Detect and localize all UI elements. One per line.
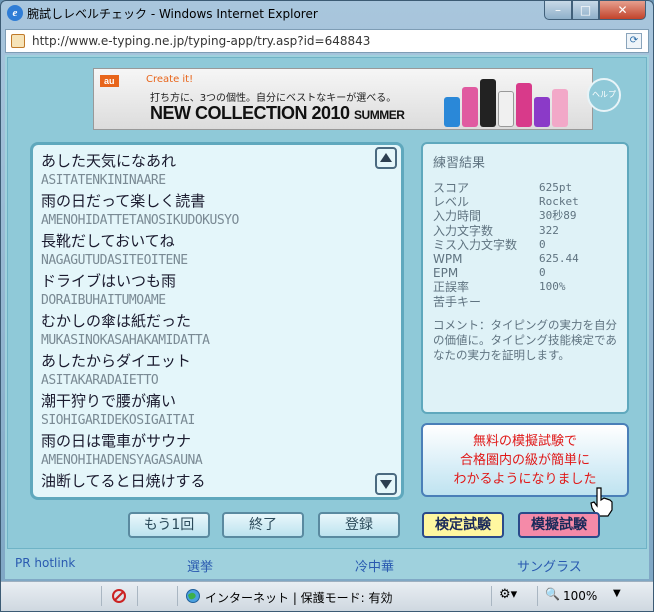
promo-line: 合格圏内の級が簡単に bbox=[459, 453, 590, 468]
result-row: ミス入力文字数 0 bbox=[433, 237, 546, 252]
romaji-line: AMENOHIDATTETANOSIKUDOKUSYO bbox=[41, 213, 239, 228]
ie-logo-icon: e bbox=[7, 5, 23, 21]
japanese-line: 潮干狩りで腰が痛い bbox=[41, 392, 177, 410]
scroll-down-icon[interactable] bbox=[375, 473, 397, 495]
romaji-line: AMENOHIHADENSYAGASAUNA bbox=[41, 453, 203, 468]
zoom-icon[interactable]: 🔍 bbox=[545, 587, 560, 601]
minimize-button[interactable]: – bbox=[544, 1, 572, 20]
japanese-line: ドライブはいつも雨 bbox=[41, 272, 177, 290]
result-key: 入力時間 bbox=[433, 209, 482, 224]
status-bar: インターネット | 保護モード: 有効 ⚙▾ 🔍 100% ▼ bbox=[1, 581, 653, 611]
result-value: 625pt bbox=[539, 181, 573, 194]
ad-banner[interactable]: au Create it! 打ち方に、3つの個性。自分にベストなキーが選べる。 … bbox=[93, 68, 593, 130]
phone-images bbox=[444, 75, 574, 127]
page-icon bbox=[11, 34, 25, 48]
zoom-level[interactable]: 100% bbox=[563, 589, 597, 603]
maximize-button[interactable]: □ bbox=[572, 1, 599, 20]
japanese-line: 長靴だしておいてね bbox=[41, 232, 175, 250]
result-value: 30秒89 bbox=[539, 209, 577, 223]
pr-link[interactable]: 選挙 bbox=[187, 556, 213, 575]
zoom-dropdown-icon[interactable]: ▼ bbox=[613, 588, 621, 599]
typing-app: au Create it! 打ち方に、3つの個性。自分にベストなキーが選べる。 … bbox=[7, 57, 647, 549]
result-comment: コメント：タイピングの実力を自分の価値に。タイピング技能検定であなたの実力を証明… bbox=[433, 318, 617, 362]
sentence-lines: あした天気になあれ ASITATENKININAARE 雨の日だって楽しく読書 AME… bbox=[41, 151, 239, 491]
page-content: au Create it! 打ち方に、3つの個性。自分にベストなキーが選べる。 … bbox=[5, 55, 649, 579]
register-button[interactable]: 登録 bbox=[318, 512, 400, 538]
pr-link[interactable]: 冷中華 bbox=[355, 556, 394, 575]
promo-line: 無料の模擬試験で bbox=[472, 434, 577, 449]
result-row: 入力文字数 322 bbox=[433, 223, 559, 238]
pr-link[interactable]: サングラス bbox=[517, 556, 582, 575]
result-key: ミス入力文字数 bbox=[433, 237, 518, 252]
result-row: スコア 625pt bbox=[433, 181, 572, 195]
retry-button[interactable]: もう1回 bbox=[128, 512, 210, 538]
banner-create: Create it! bbox=[146, 74, 194, 85]
result-value: 625.44 bbox=[539, 252, 579, 265]
security-zone: インターネット | 保護モード: 有効 bbox=[205, 591, 393, 605]
globe-icon bbox=[186, 589, 200, 603]
help-button[interactable]: ヘルプ bbox=[587, 78, 621, 112]
result-row: WPM 625.44 bbox=[433, 252, 579, 266]
result-row: 苦手キー bbox=[433, 295, 481, 309]
blocked-icon[interactable] bbox=[111, 588, 127, 604]
address-bar[interactable]: http://www.e-typing.ne.jp/typing-app/try… bbox=[5, 29, 649, 53]
close-button[interactable]: ✕ bbox=[599, 1, 646, 20]
result-heading: 練習結果 bbox=[433, 156, 486, 171]
result-key: スコア bbox=[433, 181, 470, 195]
result-value: 100% bbox=[539, 280, 566, 294]
romaji-line: ASITATENKININAARE bbox=[41, 173, 166, 188]
au-logo: au bbox=[100, 75, 119, 87]
end-button[interactable]: 終了 bbox=[222, 512, 304, 538]
result-key: WPM bbox=[433, 252, 463, 266]
romaji-line: ASITAKARADAIETTO bbox=[41, 373, 159, 388]
result-row: 入力時間 30秒89 bbox=[433, 209, 577, 224]
result-row: レベル Rocket bbox=[433, 195, 579, 210]
japanese-line: あしたからダイエット bbox=[41, 352, 191, 370]
address-url[interactable]: http://www.e-typing.ne.jp/typing-app/try… bbox=[32, 34, 370, 48]
japanese-line: むかしの傘は紙だった bbox=[41, 312, 192, 330]
result-panel: 練習結果 スコア 625pt レベル Rocket 入力時間 30秒89 入力文字数 322 ミ… bbox=[421, 142, 629, 414]
certification-exam-button[interactable]: 検定試験 bbox=[422, 512, 504, 538]
romaji-line: NAGAGUTUDASITEOITENE bbox=[41, 253, 188, 268]
result-key: 入力文字数 bbox=[433, 223, 494, 238]
result-value: 0 bbox=[539, 266, 546, 280]
result-value: Rocket bbox=[539, 195, 579, 209]
romaji-line: DORAIBUHAITUMOAME bbox=[41, 293, 166, 308]
mock-exam-button[interactable]: 模擬試験 bbox=[518, 512, 600, 538]
browser-window: e 腕試しレベルチェック - Windows Internet Explorer… bbox=[0, 0, 654, 612]
result-key: 苦手キー bbox=[433, 294, 482, 309]
window-title: 腕試しレベルチェック - Windows Internet Explorer bbox=[27, 7, 318, 21]
banner-subtitle: 打ち方に、3つの個性。自分にベストなキーが選べる。 bbox=[150, 93, 397, 104]
japanese-line: 雨の日は電車がサウナ bbox=[41, 432, 192, 450]
result-value: 322 bbox=[539, 223, 559, 237]
pr-label: PR hotlink bbox=[15, 556, 76, 570]
japanese-line: 油断してると日焼けする bbox=[41, 472, 206, 490]
refresh-icon[interactable]: ⟳ bbox=[626, 33, 642, 49]
result-key: 正誤率 bbox=[433, 280, 470, 295]
scroll-up-icon[interactable] bbox=[375, 147, 397, 169]
result-row: 正誤率 100% bbox=[433, 280, 566, 295]
protected-mode-icon[interactable]: ⚙▾ bbox=[499, 587, 517, 602]
result-row: EPM 0 bbox=[433, 266, 546, 281]
result-key: EPM bbox=[433, 266, 459, 281]
banner-headline: NEW COLLECTION 2010 SUMMER bbox=[150, 103, 405, 123]
pr-hotlinks: PR hotlink 選挙 冷中華 サングラス bbox=[7, 553, 647, 575]
result-value: 0 bbox=[539, 237, 546, 251]
romaji-line: SIOHIGARIDEKOSIGAITAI bbox=[41, 413, 195, 428]
romaji-line: MUKASINOKASAHAKAMIDATTA bbox=[41, 333, 210, 348]
result-key: レベル bbox=[433, 195, 470, 210]
japanese-line: あした天気になあれ bbox=[41, 152, 177, 170]
japanese-line: 雨の日だって楽しく読書 bbox=[41, 192, 206, 210]
sentence-list: あした天気になあれ ASITATENKININAARE 雨の日だって楽しく読書 AME… bbox=[30, 142, 404, 500]
